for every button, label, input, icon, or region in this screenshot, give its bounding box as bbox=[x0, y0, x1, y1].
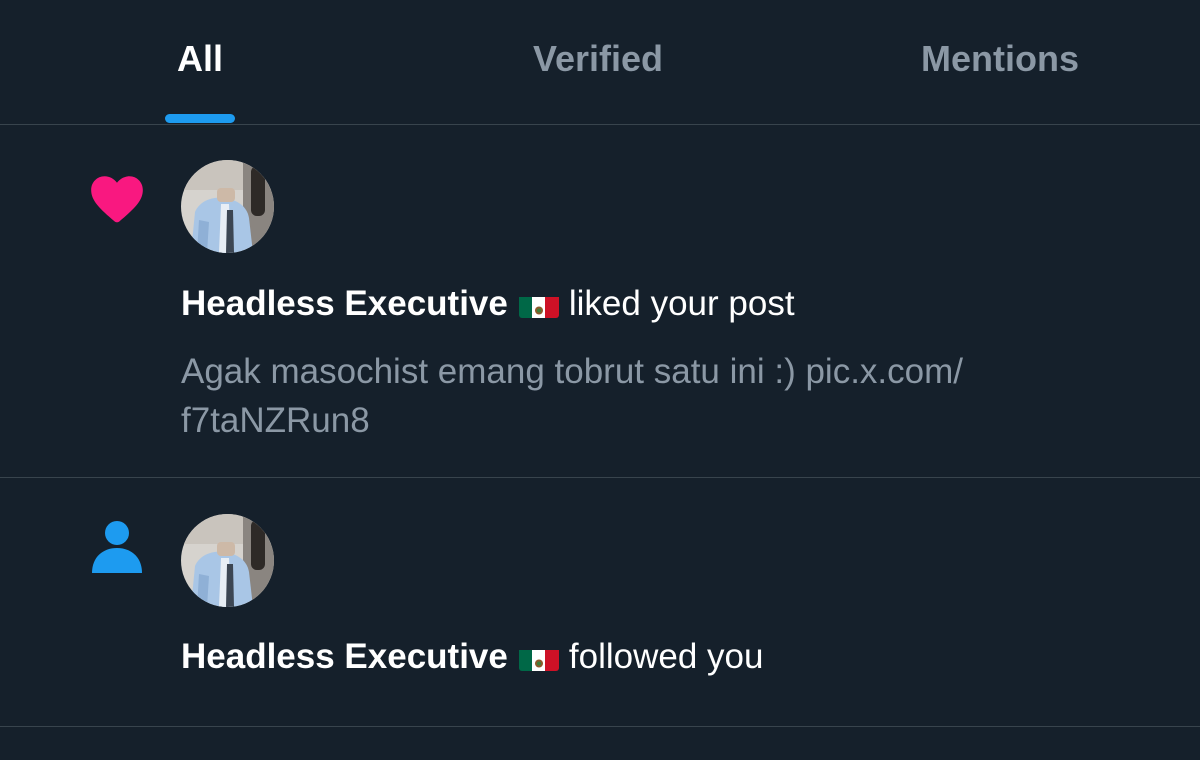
actor-name[interactable]: Headless Executive bbox=[181, 284, 508, 323]
tab-all-label: All bbox=[176, 38, 223, 79]
mexico-flag-icon bbox=[518, 291, 559, 318]
notification-tabs: All Verified Mentions bbox=[0, 0, 1200, 125]
notification-text: Headless Executive liked your post bbox=[181, 282, 795, 326]
heart-icon bbox=[86, 167, 148, 229]
tab-mentions-label: Mentions bbox=[921, 38, 1079, 79]
mexico-flag-icon bbox=[518, 644, 559, 671]
action-text: followed you bbox=[568, 637, 764, 676]
notification-text: Headless Executive followed you bbox=[181, 635, 763, 679]
notification-item-follow[interactable]: Headless Executive followed you bbox=[0, 478, 1200, 727]
tab-verified-label: Verified bbox=[532, 38, 664, 79]
notification-item-like[interactable]: Headless Executive liked your post Agak m… bbox=[0, 125, 1200, 478]
person-icon bbox=[86, 515, 148, 577]
actor-name[interactable]: Headless Executive bbox=[181, 637, 508, 676]
post-preview[interactable]: Agak masochist emang tobrut satu ini :) … bbox=[181, 347, 1081, 445]
avatar[interactable] bbox=[181, 514, 274, 607]
tab-verified[interactable]: Verified bbox=[498, 0, 698, 124]
tab-all[interactable]: All bbox=[100, 0, 300, 124]
post-preview-line-2: f7taNZRun8 bbox=[181, 401, 370, 440]
active-tab-indicator bbox=[165, 114, 235, 123]
post-preview-line-1: Agak masochist emang tobrut satu ini :) … bbox=[181, 352, 963, 391]
avatar[interactable] bbox=[181, 160, 274, 253]
tab-mentions[interactable]: Mentions bbox=[900, 0, 1100, 124]
action-text: liked your post bbox=[568, 284, 795, 323]
